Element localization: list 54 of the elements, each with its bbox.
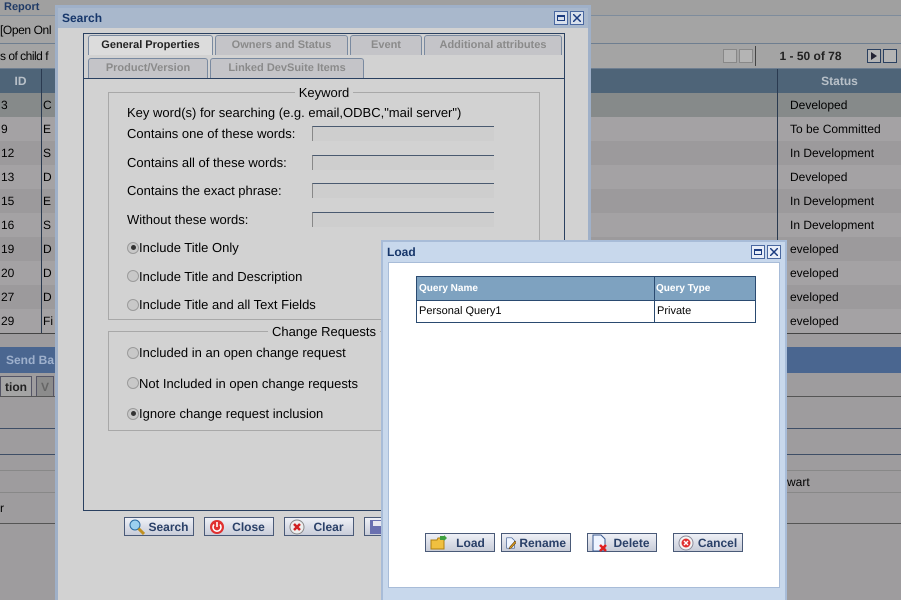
radio-button[interactable] — [127, 270, 139, 282]
search-icon — [129, 518, 145, 534]
field-label: Contains one of these words: — [127, 125, 296, 143]
delete-button[interactable]: Delete — [587, 533, 657, 552]
folder-icon — [430, 534, 448, 550]
filter-text: [Open Onl — [0, 22, 52, 38]
radio-button[interactable] — [127, 346, 139, 359]
dialog-title: Load — [387, 244, 416, 261]
close-icon[interactable] — [570, 11, 584, 25]
table-cell-text: eveloped — [789, 241, 840, 258]
table-cell-text: eveloped — [789, 289, 840, 306]
table-cell-text: eveloped — [789, 313, 840, 330]
table-cell-text: Developed — [789, 169, 848, 186]
next-page-icon[interactable] — [867, 49, 881, 63]
maximize-icon[interactable] — [751, 245, 765, 259]
filter-text: s of child f — [0, 48, 48, 65]
page-range: 1 - 50 of 78 — [755, 46, 865, 66]
maximize-icon[interactable] — [554, 11, 568, 25]
table-cell-text: In Development — [789, 217, 876, 234]
dialog-title: Search — [62, 10, 102, 27]
rename-button[interactable]: Rename — [501, 533, 571, 552]
radio-button[interactable] — [127, 298, 139, 311]
table-cell-text: In Development — [789, 193, 876, 210]
input-field[interactable] — [312, 212, 494, 227]
search-button[interactable]: Search — [124, 517, 194, 536]
radio-button[interactable] — [127, 242, 139, 254]
cancel-button[interactable]: Cancel — [673, 533, 743, 552]
input-field[interactable] — [312, 126, 494, 142]
table-cell: Personal Query1 — [417, 301, 655, 322]
radio-option[interactable]: Ignore change request inclusion — [127, 404, 521, 424]
radio-button[interactable] — [127, 377, 139, 390]
delete-icon — [289, 518, 305, 534]
radio-option[interactable]: Not Included in open change requests — [127, 374, 521, 393]
table-cell-text: To be Committed — [789, 121, 882, 138]
input-field[interactable] — [312, 154, 494, 170]
tab[interactable]: General Properties — [88, 35, 213, 55]
load-button[interactable]: Load — [425, 533, 495, 552]
document-delete-icon — [592, 534, 608, 552]
table-cell-text: eveloped — [789, 265, 840, 282]
close-button[interactable]: Close — [204, 517, 274, 536]
input-field[interactable] — [312, 183, 494, 198]
clear-button[interactable]: Clear — [284, 517, 354, 536]
cancel-icon — [678, 534, 694, 550]
close-icon[interactable] — [767, 245, 781, 259]
radio-button[interactable] — [127, 408, 139, 420]
toolbar-item[interactable]: Report — [4, 2, 40, 13]
detail-text: wart — [787, 474, 810, 490]
power-icon — [209, 518, 225, 534]
table-cell-text: Developed — [789, 97, 848, 114]
tab[interactable]: tion — [0, 376, 32, 396]
detail-text: r — [0, 500, 4, 517]
table-cell: 29 — [0, 309, 42, 333]
field-label: Without these words: — [127, 210, 250, 228]
table-cell-text: In Development — [789, 145, 876, 162]
